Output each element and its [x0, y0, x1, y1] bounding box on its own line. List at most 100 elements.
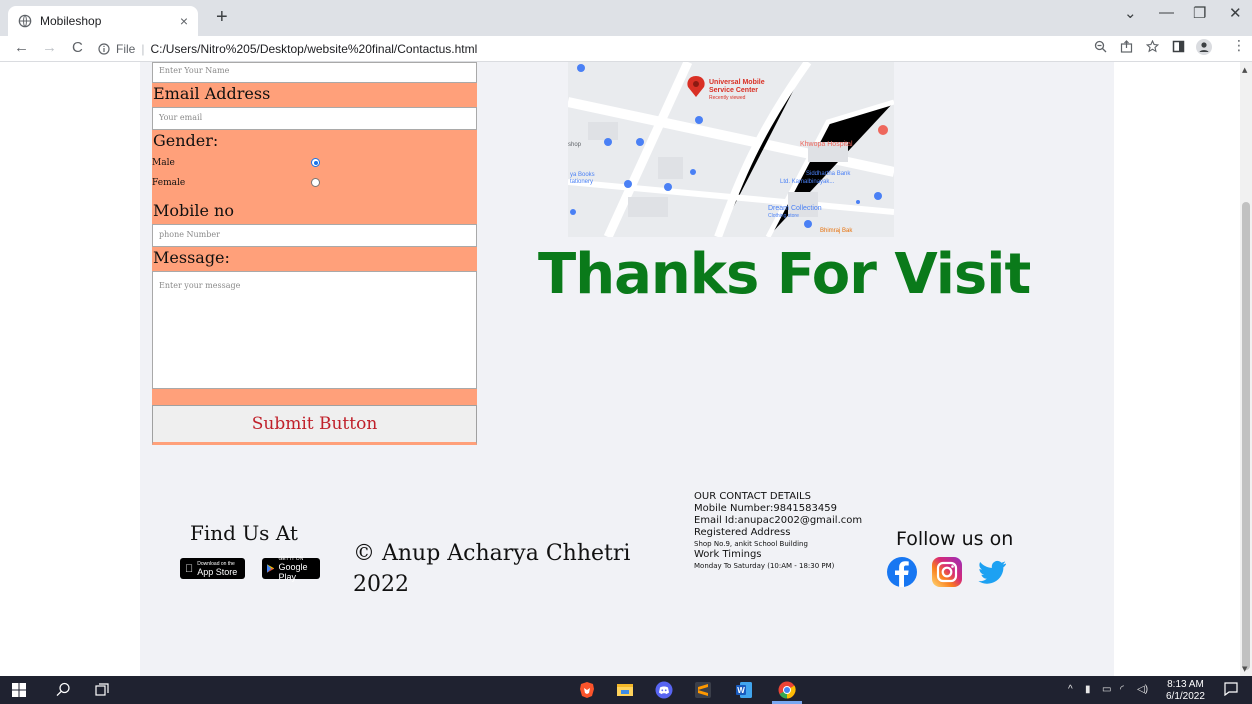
tab-search-icon[interactable]: ⌄ — [1124, 4, 1137, 22]
twitter-icon[interactable] — [976, 556, 1008, 588]
submit-button[interactable]: Submit Button — [152, 405, 477, 445]
timings-text: Monday To Saturday (10:AM - 18:30 PM) — [694, 562, 835, 570]
page-container: Enter Your Name Email Address Your email… — [140, 62, 1114, 676]
mobile-input[interactable]: phone Number — [152, 224, 477, 247]
minimize-button[interactable]: — — [1159, 4, 1174, 21]
url-scheme: File — [116, 42, 136, 56]
clock-date: 6/1/2022 — [1166, 691, 1205, 702]
map-label: Universal Mobile — [709, 79, 765, 86]
map-label: shop — [568, 142, 582, 148]
page-scrollbar[interactable]: ▲ ▼ — [1240, 62, 1252, 676]
task-view-icon[interactable] — [95, 683, 109, 697]
new-tab-button[interactable]: + — [216, 6, 228, 29]
address-heading: Registered Address — [694, 527, 791, 538]
file-explorer-icon[interactable] — [616, 681, 634, 699]
thanks-heading: Thanks For Visit — [538, 242, 1031, 307]
gender-male-label: Male — [152, 158, 175, 168]
app-store-small-text: Download on the — [189, 560, 235, 567]
contact-form: Enter Your Name Email Address Your email… — [152, 62, 477, 445]
map-label: Khwopa Hospital — [800, 141, 853, 148]
back-button[interactable]: ← — [14, 39, 29, 56]
scrollbar-thumb[interactable] — [1242, 202, 1250, 670]
map-label: Service Center — [709, 87, 758, 94]
clock-time: 8:13 AM — [1167, 679, 1204, 690]
info-icon[interactable] — [98, 43, 110, 55]
sublime-text-icon[interactable] — [694, 681, 712, 699]
browser-toolbar: ← → C File | C:/Users/Nitro%205/Desktop/… — [0, 36, 1252, 62]
gender-male-radio[interactable] — [311, 158, 320, 167]
brave-browser-icon[interactable] — [578, 681, 596, 699]
google-play-icon — [267, 564, 275, 573]
notifications-icon[interactable] — [1224, 682, 1238, 696]
tab-title: Mobileshop — [40, 14, 102, 28]
scroll-up-icon[interactable]: ▲ — [1242, 66, 1247, 74]
battery-icon[interactable]: ▭ — [1102, 684, 1111, 695]
instagram-icon[interactable] — [931, 556, 963, 588]
globe-icon — [18, 14, 32, 28]
map-label: Dream Collection — [768, 205, 822, 212]
windows-taskbar: W ^ ▮ ▭ ◜ ◁) 8:13 AM 6/1/2022 — [0, 676, 1252, 704]
forward-button[interactable]: → — [42, 39, 57, 56]
gender-label: Gender: — [153, 131, 219, 150]
taskbar-clock[interactable]: 8:13 AM 6/1/2022 — [1166, 679, 1205, 703]
discord-icon[interactable] — [655, 681, 673, 699]
map-label: tationery — [570, 179, 593, 185]
find-us-heading: Find Us At — [190, 521, 298, 545]
gender-female-label: Female — [152, 178, 186, 188]
email-input[interactable]: Your email — [152, 107, 477, 130]
bookmark-star-icon[interactable] — [1146, 40, 1159, 53]
scroll-down-icon[interactable]: ▼ — [1242, 665, 1247, 673]
restore-button[interactable]: ❐ — [1193, 4, 1206, 22]
copyright-text: © Anup Acharya Chhetri 2022 — [353, 538, 653, 600]
side-panel-icon[interactable] — [1172, 40, 1185, 53]
windows-start-icon[interactable] — [12, 683, 26, 697]
network-icon[interactable]: ◜ — [1120, 684, 1124, 695]
url-text[interactable]: C:/Users/Nitro%205/Desktop/website%20fin… — [150, 42, 477, 56]
form-spacer — [152, 389, 477, 405]
close-tab-icon[interactable]: × — [180, 13, 188, 29]
message-label: Message: — [153, 248, 230, 267]
timings-heading: Work Timings — [694, 549, 762, 560]
email-label: Email Address — [153, 84, 271, 103]
apple-icon:  — [185, 563, 193, 575]
google-play-text: Google Play — [278, 561, 308, 582]
close-window-button[interactable]: ✕ — [1229, 4, 1242, 22]
gender-female-radio[interactable] — [311, 178, 320, 187]
app-store-text: App Store — [189, 566, 237, 577]
copyright-year: 2022 — [353, 572, 409, 597]
search-icon[interactable] — [56, 682, 71, 697]
address-text: Shop No.9, ankit School Building — [694, 540, 808, 548]
contact-mobile: Mobile Number:9841583459 — [694, 503, 837, 514]
browser-tab[interactable]: Mobileshop × — [8, 6, 198, 36]
profile-avatar-icon[interactable] — [1196, 39, 1212, 55]
copyright-line: © Anup Acharya Chhetri — [353, 541, 631, 566]
zoom-icon[interactable] — [1094, 40, 1107, 53]
svg-text:W: W — [737, 686, 745, 695]
mobile-label: Mobile no — [153, 201, 234, 220]
facebook-icon[interactable] — [886, 556, 918, 588]
gender-option-female: Female — [152, 174, 477, 194]
share-icon[interactable] — [1120, 40, 1133, 53]
google-play-badge[interactable]: GET IT ON Google Play — [262, 556, 320, 582]
chrome-icon[interactable] — [778, 681, 796, 699]
name-input[interactable]: Enter Your Name — [152, 62, 477, 83]
menu-kebab-icon[interactable]: ⋮ — [1232, 38, 1246, 54]
map-label: Ltd. Kamalbinayak... — [780, 179, 835, 185]
map-label: Clothing store — [768, 213, 799, 219]
tray-chevron-icon[interactable]: ^ — [1068, 684, 1073, 695]
map-label: Bhimraj Bak — [820, 228, 853, 234]
reload-button[interactable]: C — [72, 39, 83, 56]
gender-option-male: Male — [152, 154, 477, 174]
app-store-badge[interactable]:  Download on the App Store — [180, 558, 245, 579]
map-label: Recently viewed — [709, 95, 746, 101]
volume-icon[interactable]: ◁) — [1137, 684, 1148, 695]
url-separator: | — [141, 42, 145, 56]
contact-email: Email Id:anupac2002@gmail.com — [694, 515, 863, 526]
message-textarea[interactable]: Enter your message — [152, 271, 477, 389]
microsoft-word-icon[interactable]: W — [735, 681, 753, 699]
location-map[interactable]: Universal Mobile Service Center Recently… — [568, 62, 894, 237]
page-viewport: Enter Your Name Email Address Your email… — [0, 62, 1240, 676]
browser-tabstrip: Mobileshop × + ⌄ — ❐ ✕ — [0, 0, 1252, 36]
address-bar[interactable]: File | C:/Users/Nitro%205/Desktop/websit… — [98, 38, 1118, 60]
tray-app-icon[interactable]: ▮ — [1085, 684, 1091, 695]
